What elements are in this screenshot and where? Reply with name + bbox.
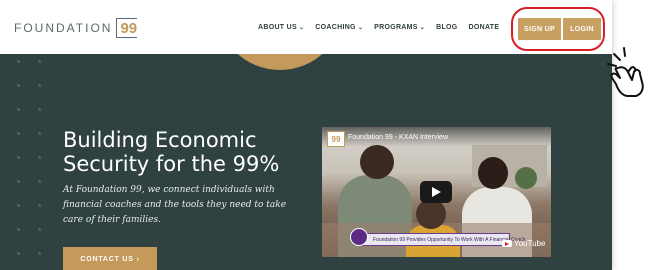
- decorative-dot: [38, 252, 41, 255]
- decorative-dot: [38, 132, 41, 135]
- foundation-99-logo[interactable]: FOUNDATION 99: [14, 18, 138, 38]
- logo-text: FOUNDATION: [14, 21, 113, 35]
- nav-label: BLOG: [436, 24, 458, 31]
- decorative-dot: [17, 60, 20, 63]
- decorative-dot: [17, 132, 20, 135]
- site-header: FOUNDATION 99 ABOUT US ⌄ COACHING ⌄ PROGRA…: [0, 0, 612, 54]
- decorative-dot: [17, 252, 20, 255]
- decorative-dot: [17, 108, 20, 111]
- nav-label: COACHING: [315, 24, 356, 31]
- logo-number: 99: [120, 19, 138, 37]
- video-scene-person-head: [478, 157, 508, 189]
- decorative-dot: [17, 204, 20, 207]
- nav-item-coaching[interactable]: COACHING ⌄: [315, 24, 363, 31]
- pointing-hand-icon: [607, 47, 644, 97]
- chevron-down-icon: ⌄: [419, 25, 426, 31]
- video-seal-icon: [350, 228, 368, 246]
- nav-item-about-us[interactable]: ABOUT US ⌄: [258, 24, 304, 31]
- nav-item-blog[interactable]: BLOG: [436, 24, 457, 31]
- hero-description: At Foundation 99, we connect individuals…: [63, 185, 287, 225]
- decorative-dot: [17, 180, 20, 183]
- decorative-dot: [38, 228, 41, 231]
- highlight-circle: [511, 7, 605, 51]
- nav-label: PROGRAMS: [374, 24, 418, 31]
- decorative-dot: [17, 228, 20, 231]
- logo-number-box: 99: [116, 18, 138, 38]
- nav-label: DONATE: [468, 24, 500, 31]
- contact-us-button[interactable]: CONTACT US ›: [63, 247, 157, 270]
- video-scene-child-head: [416, 199, 446, 229]
- nav-item-programs[interactable]: PROGRAMS ⌄: [374, 24, 425, 31]
- hero-title: Building Economic Security for the 99%: [63, 128, 279, 176]
- decorative-dot: [38, 180, 41, 183]
- youtube-label: YouTube: [514, 239, 546, 248]
- decorative-dot: [38, 84, 41, 87]
- hero-title-line-1: Building Economic: [63, 128, 257, 152]
- video-scene-person-head: [360, 145, 394, 179]
- play-icon: [431, 187, 441, 197]
- channel-avatar[interactable]: 99: [327, 131, 345, 147]
- hero-title-line-2: Security for the 99%: [63, 152, 280, 176]
- video-title[interactable]: Foundation 99 - KXAN Interview: [348, 134, 448, 141]
- video-embed[interactable]: 99 Foundation 99 - KXAN Interview Founda…: [322, 127, 551, 257]
- play-button[interactable]: [420, 181, 452, 203]
- main-nav: ABOUT US ⌄ COACHING ⌄ PROGRAMS ⌄ BLOG DONAT…: [258, 24, 510, 31]
- decorative-dot: [38, 156, 41, 159]
- decorative-dot: [17, 156, 20, 159]
- chevron-down-icon: ⌄: [357, 25, 364, 31]
- youtube-logo-icon: [502, 240, 512, 247]
- decorative-dot: [38, 204, 41, 207]
- decorative-gold-circle: [216, 54, 344, 70]
- video-scene-plant: [515, 167, 537, 189]
- nav-label: ABOUT US: [258, 24, 297, 31]
- website-frame: FOUNDATION 99 ABOUT US ⌄ COACHING ⌄ PROGRA…: [0, 0, 612, 270]
- video-lower-third: Foundation 99 Provides Opportunity To Wo…: [358, 233, 525, 246]
- chevron-down-icon: ⌄: [298, 25, 305, 31]
- youtube-logo[interactable]: YouTube: [502, 239, 545, 248]
- decorative-dot: [38, 108, 41, 111]
- decorative-dot: [17, 84, 20, 87]
- decorative-dot: [38, 60, 41, 63]
- nav-item-donate[interactable]: DONATE: [469, 24, 500, 31]
